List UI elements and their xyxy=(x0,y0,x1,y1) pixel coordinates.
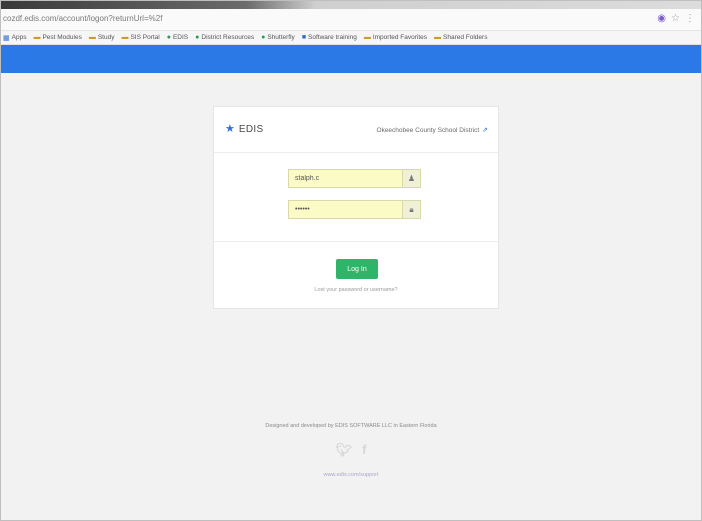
folder-icon: ▬ xyxy=(121,34,129,41)
bookmark-shutterfly[interactable]: ● Shutterfly xyxy=(261,34,295,41)
browser-toolbar-icons: ◉ ☆ ⋮ xyxy=(657,13,695,25)
folder-icon: ▬ xyxy=(363,34,371,41)
url-text[interactable]: cozdf.edis.com/account/logon?returnUrl=%… xyxy=(3,14,162,23)
footer-credit: Designed and developed by EDIS SOFTWARE … xyxy=(265,423,437,429)
bookmark-shared-folders[interactable]: ▬ Shared Folders xyxy=(434,34,487,41)
page-content: ★ EDIS Okeechobee County School District… xyxy=(1,73,701,520)
brand-title: EDIS xyxy=(238,124,264,135)
folder-icon: ▬ xyxy=(33,34,41,41)
page-icon: ■ xyxy=(301,34,307,41)
page-icon: ● xyxy=(195,34,200,41)
bookmark-study[interactable]: ▬ Study xyxy=(89,34,115,41)
brand: ★ EDIS xyxy=(225,123,264,136)
star-icon[interactable]: ☆ xyxy=(671,13,680,25)
page-icon: ● xyxy=(261,34,266,41)
divider xyxy=(214,241,498,242)
bookmark-sis-portal[interactable]: ▬ SIS Portal xyxy=(121,34,159,41)
login-button[interactable]: Log In xyxy=(336,259,378,279)
login-card: ★ EDIS Okeechobee County School District… xyxy=(213,106,499,309)
folder-icon: ▬ xyxy=(88,34,96,41)
login-card-header: ★ EDIS Okeechobee County School District… xyxy=(214,107,498,153)
username-input[interactable] xyxy=(295,175,395,182)
extension-icon[interactable]: ◉ xyxy=(657,13,666,25)
bookmarks-bar: ▦ Apps ▬ Pest Modules ▬ Study ▬ SIS Portal ●… xyxy=(1,31,701,45)
site-header-bar xyxy=(1,45,701,73)
password-input[interactable] xyxy=(295,206,395,213)
bookmark-pest-modules[interactable]: ▬ Pest Modules xyxy=(33,34,81,41)
forgot-credentials-link[interactable]: Lost your password or username? xyxy=(214,287,498,293)
district-name: Okeechobee County School District xyxy=(376,126,480,134)
twitter-icon[interactable]: 🐦︎ xyxy=(336,443,353,457)
bookmark-edis[interactable]: ● EDIS xyxy=(167,34,188,41)
address-bar[interactable]: cozdf.edis.com/account/logon?returnUrl=%… xyxy=(1,9,701,31)
lock-icon: 🔒︎ xyxy=(402,201,420,218)
brand-star-icon: ★ xyxy=(225,123,235,135)
page-icon: ● xyxy=(166,34,171,41)
folder-icon: ▬ xyxy=(434,34,442,41)
password-field[interactable]: 🔒︎ xyxy=(288,200,421,219)
facebook-icon[interactable]: f xyxy=(362,443,366,457)
footer-website-link[interactable]: www.edis.com/support xyxy=(1,472,701,478)
menu-icon[interactable]: ⋮ xyxy=(685,13,695,25)
browser-window: cozdf.edis.com/account/logon?returnUrl=%… xyxy=(0,0,702,521)
bookmark-apps[interactable]: ▦ Apps xyxy=(3,34,26,42)
apps-icon: ▦ xyxy=(3,34,10,42)
bookmark-district-resources[interactable]: ● District Resources xyxy=(195,34,254,41)
external-link-icon: ⇗ xyxy=(482,127,488,134)
username-field[interactable]: ♟ xyxy=(288,169,421,188)
user-icon: ♟ xyxy=(402,170,420,187)
bookmark-imported-favorites[interactable]: ▬ Imported Favorites xyxy=(364,34,427,41)
district-link[interactable]: Okeechobee County School District ⇗ xyxy=(376,126,488,135)
bookmark-software-training[interactable]: ■ Software training xyxy=(302,34,357,41)
social-links: 🐦︎ f xyxy=(1,443,701,457)
window-title-strip xyxy=(1,1,701,9)
